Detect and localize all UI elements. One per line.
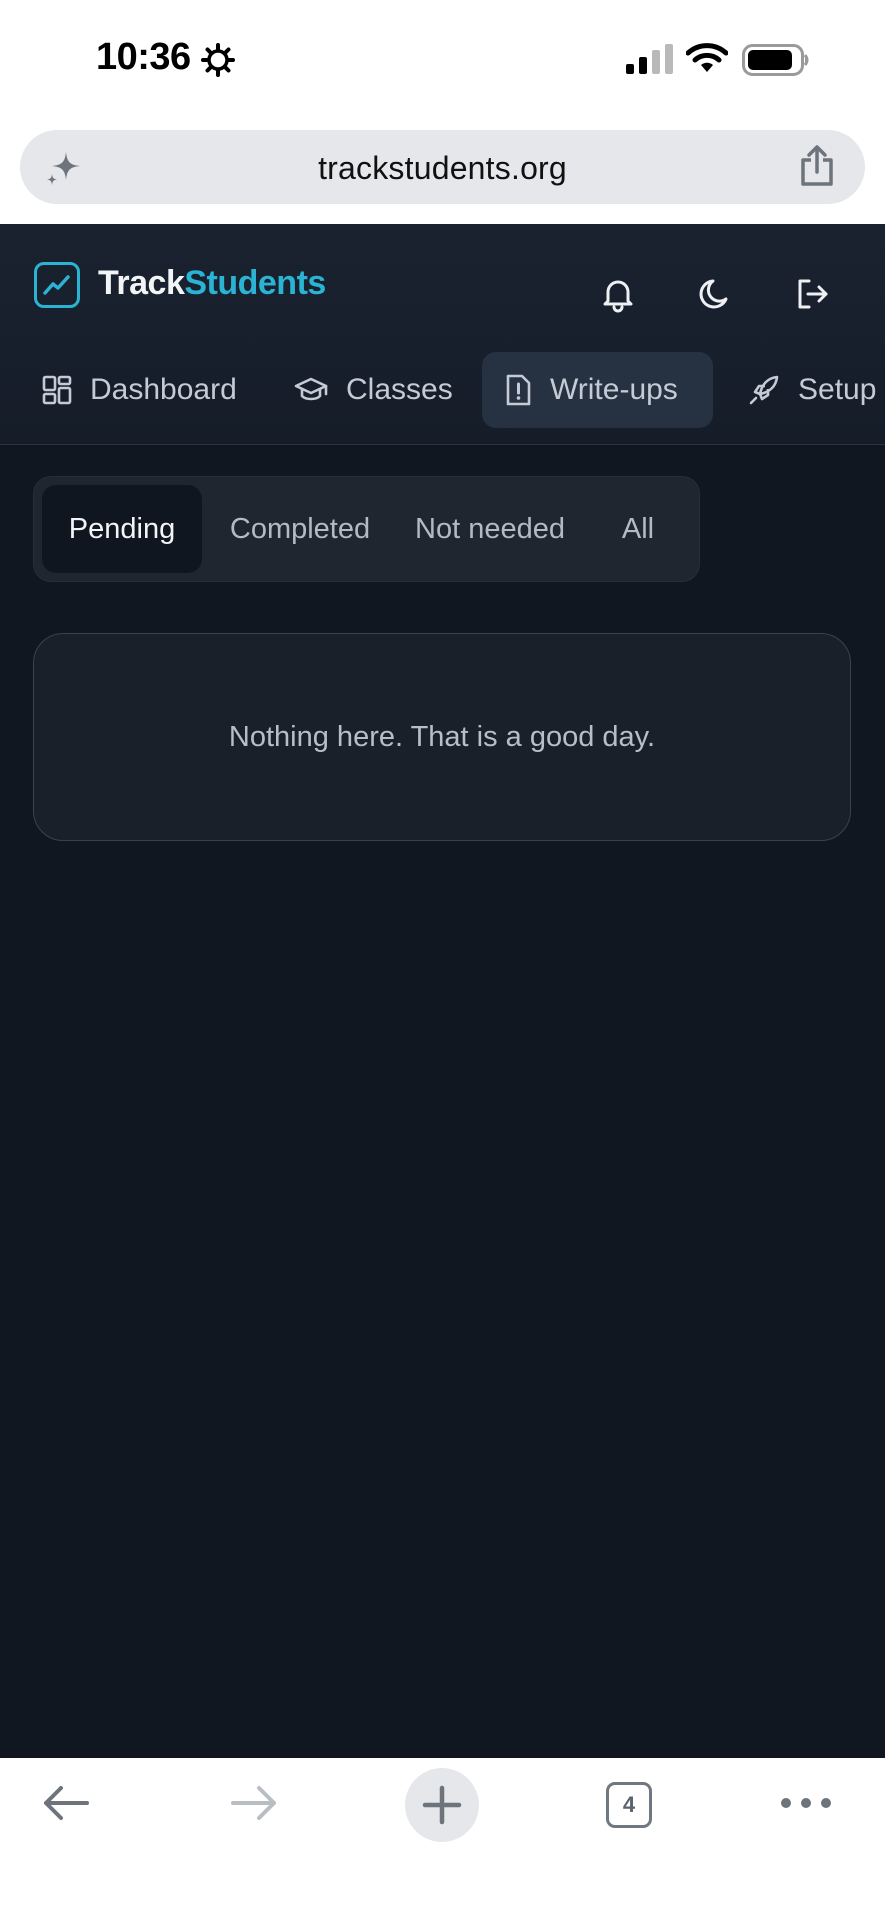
- nav-classes[interactable]: Classes: [272, 352, 475, 428]
- nav-write-ups[interactable]: Write-ups: [482, 352, 713, 428]
- alert-file-icon: [506, 374, 531, 406]
- forward-button[interactable]: [224, 1758, 284, 1848]
- brand-name-part1: Track: [98, 264, 185, 302]
- app-header: TrackStudents Dashboard Classes Write-up…: [0, 224, 885, 445]
- url-text[interactable]: trackstudents.org: [20, 150, 865, 187]
- logout-icon[interactable]: [792, 274, 832, 314]
- brand-name[interactable]: TrackStudents: [98, 264, 326, 303]
- browser-address-area: trackstudents.org: [0, 120, 885, 224]
- graduation-cap-icon: [294, 377, 328, 401]
- nav-setup-label: Setup: [798, 373, 877, 406]
- writeup-filter-tabs: Pending Completed Not needed All: [33, 476, 700, 582]
- bell-icon[interactable]: [598, 274, 638, 314]
- status-bar: 10:36: [0, 0, 885, 120]
- browser-toolbar: 4: [0, 1758, 885, 1920]
- tabs-icon[interactable]: 4: [606, 1782, 652, 1828]
- more-button[interactable]: [778, 1758, 834, 1848]
- tab-count-label: 4: [622, 1792, 636, 1817]
- nav-dashboard[interactable]: Dashboard: [20, 352, 259, 428]
- more-icon: [781, 1798, 831, 1808]
- empty-state-message: Nothing here. That is a good day.: [228, 720, 656, 753]
- main-nav: Dashboard Classes Write-ups Setup: [0, 352, 885, 428]
- battery-icon: [742, 44, 809, 76]
- gear-icon: [201, 43, 235, 77]
- empty-state-card: Nothing here. That is a good day.: [33, 633, 851, 841]
- signal-icon: [626, 44, 673, 74]
- logo-chart-icon[interactable]: [34, 262, 80, 308]
- nav-write-ups-label: Write-ups: [550, 373, 678, 406]
- status-time: 10:36: [96, 36, 191, 78]
- filter-tab-pending[interactable]: Pending: [42, 485, 202, 573]
- brand-name-part2: Students: [184, 264, 326, 302]
- new-tab-button[interactable]: [405, 1768, 479, 1842]
- rocket-icon: [749, 375, 779, 405]
- grid-icon: [42, 375, 72, 405]
- filter-tab-completed[interactable]: Completed: [210, 485, 390, 573]
- nav-dashboard-label: Dashboard: [90, 373, 237, 406]
- plus-icon: [422, 1785, 462, 1825]
- forward-arrow-icon: [231, 1786, 276, 1820]
- back-button[interactable]: [36, 1758, 96, 1848]
- nav-setup[interactable]: Setup: [726, 352, 885, 428]
- share-icon[interactable]: [797, 144, 837, 188]
- filter-tab-not-needed[interactable]: Not needed: [400, 485, 580, 573]
- moon-icon[interactable]: [696, 274, 736, 314]
- back-arrow-icon: [44, 1786, 89, 1820]
- wifi-icon: [686, 43, 728, 72]
- filter-tab-all[interactable]: All: [590, 485, 686, 573]
- address-bar[interactable]: trackstudents.org: [20, 130, 865, 204]
- nav-classes-label: Classes: [346, 373, 453, 406]
